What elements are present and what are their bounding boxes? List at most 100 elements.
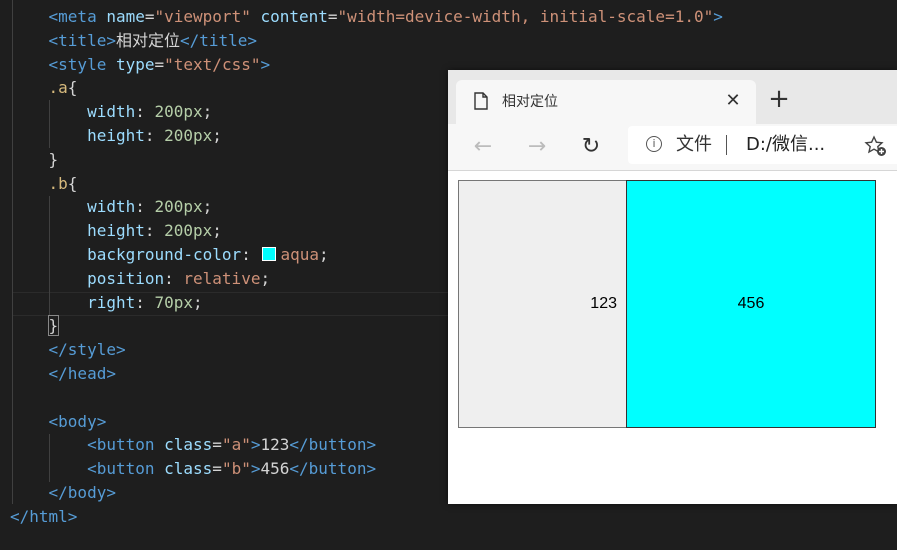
code-line: width: 200px; xyxy=(10,100,212,124)
browser-tab[interactable]: 相对定位 ✕ xyxy=(456,80,756,124)
code-token: .b xyxy=(48,173,68,193)
button-b[interactable]: 456 xyxy=(626,180,876,428)
code-token: : xyxy=(135,102,155,122)
address-bar[interactable]: i 文件 D:/微信... xyxy=(628,126,897,164)
code-token: </body> xyxy=(48,483,116,502)
code-token: ; xyxy=(212,126,222,145)
code-token: { xyxy=(67,78,78,98)
code-token: 70px xyxy=(154,292,194,312)
code-token: > xyxy=(713,7,723,26)
code-token: width xyxy=(87,197,136,217)
code-line: </head> xyxy=(10,362,116,386)
code-token: type xyxy=(115,54,155,74)
code-token: "width=device-width, initial-scale=1.0" xyxy=(337,7,714,26)
code-token: </style> xyxy=(48,340,126,360)
code-line: right: 70px; xyxy=(10,291,203,315)
code-line: .a{ xyxy=(10,76,78,100)
code-token: ; xyxy=(202,197,213,217)
code-token: = xyxy=(212,459,222,479)
code-token: 相对定位 xyxy=(115,30,180,50)
code-line: <button class="b">456</button> xyxy=(10,457,376,481)
code-token: = xyxy=(154,54,165,74)
code-token: <button xyxy=(87,459,165,479)
code-token: = xyxy=(212,435,222,455)
code-token: <meta xyxy=(48,7,107,26)
code-token: height xyxy=(87,221,145,241)
code-token: "b" xyxy=(221,459,251,479)
code-token: class xyxy=(164,435,213,455)
code-token: { xyxy=(67,173,78,193)
code-token: "viewport" xyxy=(154,7,251,26)
code-token: relative xyxy=(183,268,261,288)
code-token: 200px xyxy=(154,102,203,122)
color-swatch-icon[interactable] xyxy=(262,247,277,261)
code-line: <button class="a">123</button> xyxy=(10,433,376,457)
code-token: aqua xyxy=(280,245,319,264)
back-arrow-icon[interactable]: ← xyxy=(470,134,496,160)
address-scheme-label: 文件 xyxy=(676,134,712,155)
code-token: "text/css" xyxy=(164,54,261,74)
new-tab-button[interactable]: + xyxy=(766,86,792,112)
code-line: background-color: aqua; xyxy=(10,243,329,267)
info-icon[interactable]: i xyxy=(646,136,662,152)
code-token: name xyxy=(106,7,145,26)
code-token: : xyxy=(241,245,261,264)
address-url[interactable]: D:/微信... xyxy=(746,126,825,164)
page-viewport: 123 456 xyxy=(448,171,897,504)
code-line: </html> xyxy=(10,505,77,529)
code-token: right xyxy=(87,292,136,312)
code-token: 200px xyxy=(164,221,213,241)
code-token: = xyxy=(327,7,338,26)
code-token: height xyxy=(87,126,145,145)
code-token: <title> xyxy=(48,30,116,50)
forward-arrow-icon[interactable]: → xyxy=(524,134,550,160)
code-token: </html> xyxy=(10,506,78,526)
code-token: } xyxy=(48,149,59,169)
tab-strip: 相对定位 ✕ + xyxy=(448,70,897,124)
code-token: : xyxy=(164,268,184,288)
code-token: ; xyxy=(202,102,213,122)
code-token: width xyxy=(87,102,136,122)
code-token: .a xyxy=(48,78,68,98)
code-token: </head> xyxy=(48,364,116,383)
code-token: : xyxy=(135,197,155,217)
page-icon xyxy=(474,92,488,110)
code-token: </title> xyxy=(179,30,258,50)
code-token: </button> xyxy=(289,459,377,479)
code-token: "a" xyxy=(221,435,251,455)
code-token: content xyxy=(260,7,328,26)
close-icon[interactable]: ✕ xyxy=(724,92,742,110)
code-token: 200px xyxy=(164,126,213,145)
code-token: ; xyxy=(193,292,203,312)
code-token: <button xyxy=(87,435,165,455)
code-token: 123 xyxy=(260,435,290,455)
code-line: .b{ xyxy=(10,172,78,196)
code-token: <style xyxy=(48,54,116,74)
code-token: position xyxy=(87,268,165,288)
code-token: 456 xyxy=(260,459,290,479)
code-line: position: relative; xyxy=(10,267,270,291)
code-line: <style type="text/css"> xyxy=(10,53,271,77)
code-token: : xyxy=(144,126,165,145)
code-token: </button> xyxy=(289,435,377,455)
reload-icon[interactable]: ↻ xyxy=(578,134,604,160)
star-add-icon[interactable] xyxy=(864,134,888,158)
code-line: <body> xyxy=(10,410,107,434)
